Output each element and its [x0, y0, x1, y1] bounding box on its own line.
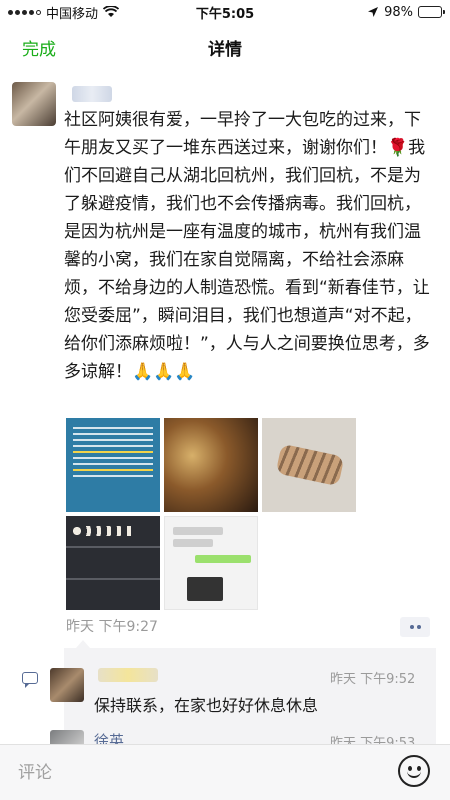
commenter-name[interactable]: 徐英 — [94, 730, 124, 744]
comment-timestamp: 昨天 下午9:53 — [330, 736, 416, 744]
photo-vegetables[interactable] — [262, 418, 356, 512]
status-right: 98% — [367, 4, 445, 20]
wifi-icon — [103, 6, 120, 17]
photo-food-bags[interactable] — [164, 418, 258, 512]
comment-input[interactable] — [12, 754, 386, 792]
post-text: 社区阿姨很有爱，一早拎了一大包吃的过来，下午朋友又买了一堆东西送过来，谢谢你们！… — [64, 110, 430, 382]
photo-notice-text[interactable] — [66, 418, 160, 512]
poster-name-blurred[interactable] — [72, 86, 112, 102]
commenter-avatar[interactable] — [50, 668, 84, 702]
battery-icon — [418, 6, 445, 18]
nav-bar: 完成 详情 — [0, 24, 450, 70]
page-title: 详情 — [208, 39, 242, 60]
battery-percent: 98% — [384, 4, 413, 20]
status-bar: 中国移动 下午5:05 98% — [0, 0, 450, 24]
signal-strength-icon — [8, 9, 41, 15]
status-left: 中国移动 — [8, 3, 120, 22]
comment-input-bar — [0, 744, 450, 800]
photo-fridge[interactable] — [66, 516, 160, 610]
photo-grid — [66, 418, 356, 610]
more-actions-button[interactable] — [400, 617, 430, 637]
carrier-name: 中国移动 — [46, 6, 99, 22]
poster-avatar[interactable] — [12, 82, 56, 126]
photo-chat-screenshot[interactable] — [164, 516, 258, 610]
location-arrow-icon — [368, 7, 379, 17]
comment-text[interactable]: 保持联系，在家也好好休息休息 — [94, 692, 318, 716]
comment-bubble-icon — [22, 672, 38, 688]
post-timestamp: 昨天 下午9:27 — [66, 619, 158, 635]
emoji-button[interactable] — [398, 755, 430, 787]
emoji-mouth — [407, 770, 421, 778]
done-button[interactable]: 完成 — [22, 35, 56, 60]
commenter-name-blurred[interactable] — [98, 668, 158, 682]
comment-timestamp: 昨天 下午9:52 — [330, 672, 416, 687]
commenter-avatar[interactable] — [50, 730, 84, 744]
